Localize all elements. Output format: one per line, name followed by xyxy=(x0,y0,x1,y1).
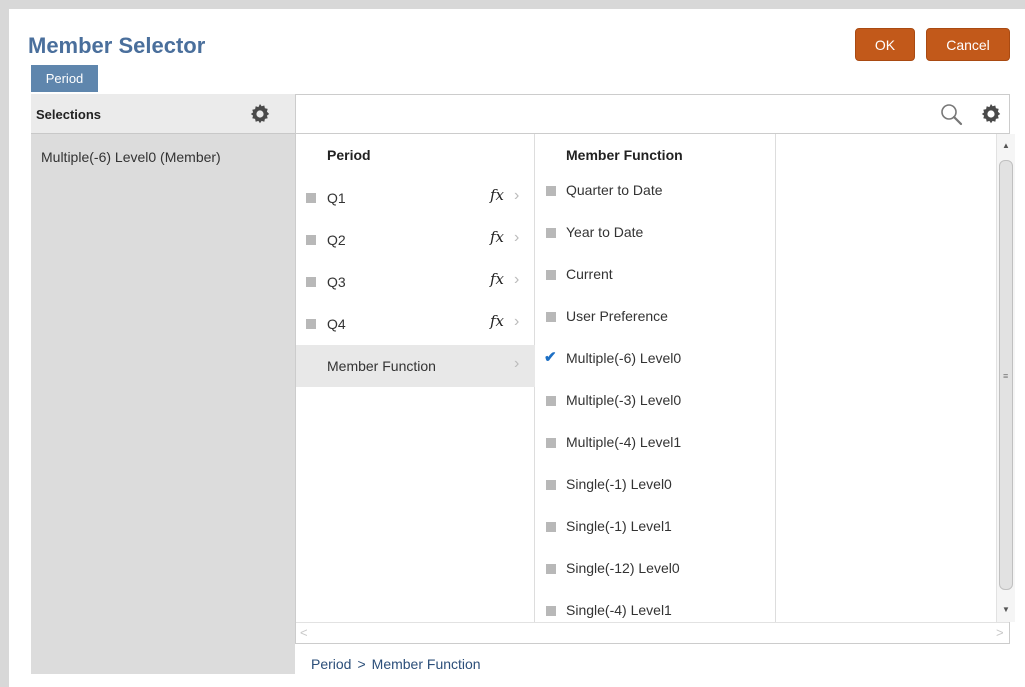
scroll-right-arrow-icon[interactable]: > xyxy=(996,625,1004,640)
period-row-q3[interactable]: Q3 fx › xyxy=(296,261,535,303)
selections-panel: Selections Multiple(-6) Level0 (Member) xyxy=(31,94,295,674)
scroll-up-arrow-icon[interactable]: ▲ xyxy=(997,136,1015,154)
member-square-icon xyxy=(546,312,556,322)
dimension-tab-period[interactable]: Period xyxy=(31,65,98,92)
selection-item[interactable]: Multiple(-6) Level0 (Member) xyxy=(41,149,221,165)
member-function-label: Single(-1) Level1 xyxy=(566,518,672,534)
search-icon[interactable] xyxy=(939,102,965,128)
gear-icon[interactable] xyxy=(979,102,1003,126)
period-column-header: Period xyxy=(327,147,371,163)
member-function-label: Multiple(-4) Level1 xyxy=(566,434,682,450)
member-label: Member Function xyxy=(327,358,436,374)
ok-button[interactable]: OK xyxy=(855,28,915,61)
member-function-row[interactable]: Current xyxy=(536,254,756,296)
period-row-member-function[interactable]: Member Function › xyxy=(296,345,535,387)
breadcrumb: Period > Member Function xyxy=(311,656,481,672)
member-function-label: Quarter to Date xyxy=(566,182,663,198)
member-function-row[interactable]: Multiple(-3) Level0 xyxy=(536,380,756,422)
member-square-icon xyxy=(546,564,556,574)
function-fx-icon[interactable]: fx xyxy=(490,312,504,330)
member-square-icon xyxy=(306,193,316,203)
period-row-q2[interactable]: Q2 fx › xyxy=(296,219,535,261)
horizontal-scrollbar[interactable]: < > xyxy=(296,622,1009,642)
member-square-icon xyxy=(546,480,556,490)
member-square-icon xyxy=(306,235,316,245)
member-label: Q1 xyxy=(327,190,346,206)
member-function-label: Single(-4) Level1 xyxy=(566,602,672,618)
chevron-right-icon[interactable]: › xyxy=(514,271,519,289)
member-browser: Period Q1 fx › Q2 fx › Q3 fx › Q4 fx › M… xyxy=(295,134,1015,644)
member-function-label: Current xyxy=(566,266,613,282)
member-function-label: Single(-12) Level0 xyxy=(566,560,680,576)
period-row-q1[interactable]: Q1 fx › xyxy=(296,177,535,219)
selections-header: Selections xyxy=(31,94,295,134)
member-square-icon xyxy=(306,319,316,329)
period-column: Period Q1 fx › Q2 fx › Q3 fx › Q4 fx › M… xyxy=(296,134,535,622)
member-square-icon xyxy=(306,277,316,287)
member-square-icon xyxy=(546,396,556,406)
member-function-column-header: Member Function xyxy=(566,147,683,163)
member-square-icon xyxy=(546,270,556,280)
function-fx-icon[interactable]: fx xyxy=(490,186,504,204)
gear-icon[interactable] xyxy=(248,102,272,126)
member-function-row[interactable]: User Preference xyxy=(536,296,756,338)
member-label: Q3 xyxy=(327,274,346,290)
scroll-grip-icon: ≡ xyxy=(1003,371,1009,381)
member-function-row[interactable]: Single(-1) Level1 xyxy=(536,506,756,548)
scrollbar-thumb[interactable]: ≡ xyxy=(999,160,1013,590)
chevron-right-icon[interactable]: › xyxy=(514,355,519,373)
chevron-right-icon[interactable]: › xyxy=(514,187,519,205)
cancel-button[interactable]: Cancel xyxy=(926,28,1010,61)
breadcrumb-item-member-function[interactable]: Member Function xyxy=(372,656,481,672)
member-function-label: User Preference xyxy=(566,308,668,324)
chevron-right-icon[interactable]: › xyxy=(514,313,519,331)
scroll-down-arrow-icon[interactable]: ▼ xyxy=(997,600,1015,618)
member-function-label: Single(-1) Level0 xyxy=(566,476,672,492)
member-label: Q2 xyxy=(327,232,346,248)
window-frame-top xyxy=(0,0,1025,9)
selections-title: Selections xyxy=(36,107,102,122)
member-square-icon xyxy=(546,228,556,238)
member-function-row[interactable]: Single(-1) Level0 xyxy=(536,464,756,506)
window-frame-left xyxy=(0,0,9,687)
member-function-label: Multiple(-3) Level0 xyxy=(566,392,682,408)
dialog-title: Member Selector xyxy=(28,33,206,58)
function-fx-icon[interactable]: fx xyxy=(490,270,504,288)
breadcrumb-item-period[interactable]: Period xyxy=(311,656,351,672)
function-fx-icon[interactable]: fx xyxy=(490,228,504,246)
member-function-column: Member Function Quarter to Date Year to … xyxy=(536,134,1015,622)
member-function-row[interactable]: Single(-12) Level0 xyxy=(536,548,756,590)
member-function-row[interactable]: Multiple(-4) Level1 xyxy=(536,422,756,464)
vertical-scrollbar[interactable]: ▲ ≡ ▼ xyxy=(996,134,1015,622)
member-label: Q4 xyxy=(327,316,346,332)
member-square-icon xyxy=(546,522,556,532)
member-function-row[interactable]: Year to Date xyxy=(536,212,756,254)
period-row-q4[interactable]: Q4 fx › xyxy=(296,303,535,345)
member-function-label: Year to Date xyxy=(566,224,644,240)
member-square-icon xyxy=(546,606,556,616)
member-function-label: Multiple(-6) Level0 xyxy=(566,350,682,366)
breadcrumb-separator: > xyxy=(357,656,366,672)
checkmark-icon: ✔ xyxy=(544,349,557,366)
member-square-icon xyxy=(546,438,556,448)
member-function-row[interactable]: Quarter to Date xyxy=(536,170,756,212)
chevron-right-icon[interactable]: › xyxy=(514,229,519,247)
member-toolbar xyxy=(295,94,1010,134)
scroll-left-arrow-icon[interactable]: < xyxy=(300,625,308,640)
member-function-row-selected[interactable]: ✔ Multiple(-6) Level0 xyxy=(536,338,756,380)
member-square-icon xyxy=(546,186,556,196)
